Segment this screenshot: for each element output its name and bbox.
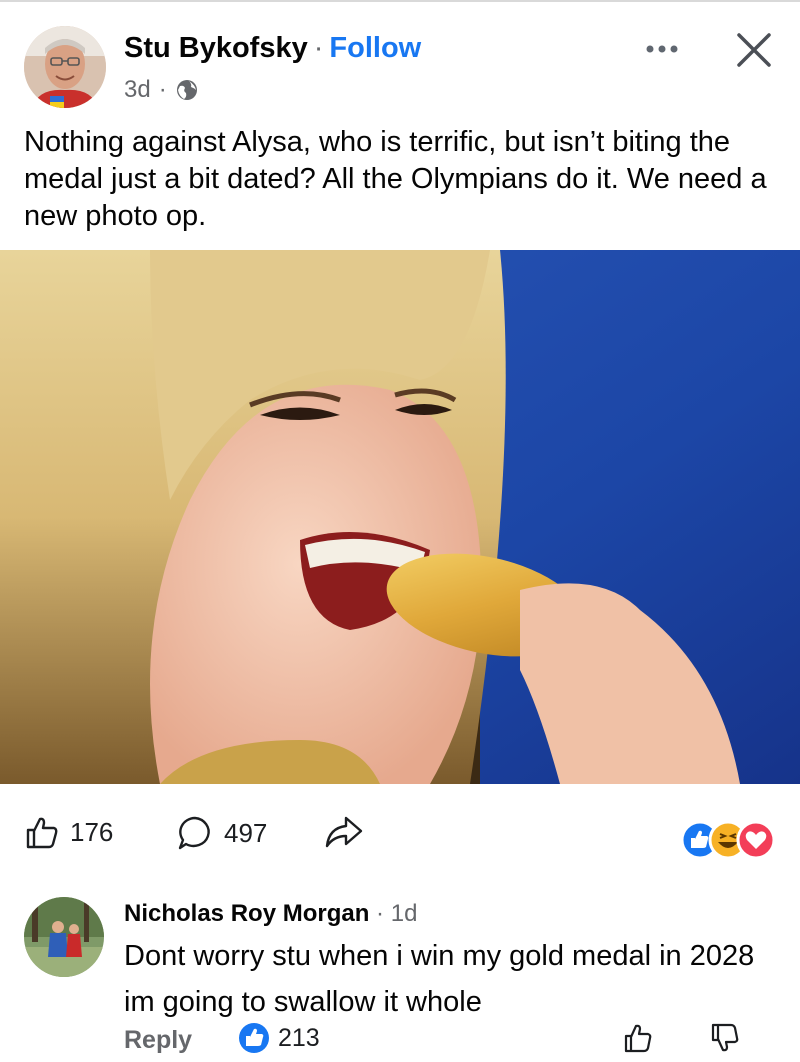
comment-like-count: 213 [278, 1023, 320, 1052]
reply-button[interactable]: Reply [124, 1026, 192, 1055]
post-photo[interactable] [0, 250, 800, 784]
thumbs-up-icon [26, 817, 58, 849]
like-reaction-icon [239, 1023, 269, 1053]
comment-author-row: Nicholas Roy Morgan · 1d [124, 900, 417, 928]
comment-time: 1d [390, 900, 418, 927]
follow-button[interactable]: Follow [329, 32, 421, 64]
share-action[interactable] [324, 814, 364, 850]
post-meta: 3d · [124, 76, 199, 104]
comment-action[interactable]: 497 [176, 814, 267, 852]
speech-bubble-icon [178, 816, 210, 850]
comment-footer: Reply 213 [124, 1020, 784, 1060]
author-avatar[interactable] [24, 26, 106, 108]
share-arrow-icon [325, 816, 363, 848]
comment-text: Dont worry stu when i win my gold medal … [124, 940, 755, 1018]
comment-count: 497 [224, 817, 268, 848]
comment-author[interactable]: Nicholas Roy Morgan [124, 900, 369, 927]
post-header: Stu Bykofsky · Follow 3d · [0, 0, 800, 118]
action-bar: 176 497 [0, 798, 800, 868]
post-timestamp[interactable]: 3d [124, 76, 151, 104]
post-text: Nothing against Alysa, who is terrific, … [24, 126, 767, 232]
like-action[interactable]: 176 [24, 814, 113, 850]
thumbs-up-icon[interactable] [623, 1022, 653, 1054]
separator: · [313, 32, 324, 64]
meta-separator: · [158, 76, 167, 103]
globe-icon [176, 80, 197, 100]
commenter-avatar[interactable] [24, 897, 104, 977]
author-row: Stu Bykofsky · Follow [124, 32, 421, 65]
ellipsis-icon[interactable] [642, 34, 682, 64]
close-icon[interactable] [733, 29, 775, 71]
comment-separator: · [376, 900, 385, 927]
comment-like-summary[interactable]: 213 [238, 1022, 320, 1054]
thumbs-down-icon[interactable] [710, 1022, 740, 1054]
author-name[interactable]: Stu Bykofsky [124, 32, 308, 64]
like-count: 176 [70, 816, 114, 847]
love-reaction-icon [736, 820, 776, 860]
reaction-summary[interactable] [680, 818, 776, 862]
